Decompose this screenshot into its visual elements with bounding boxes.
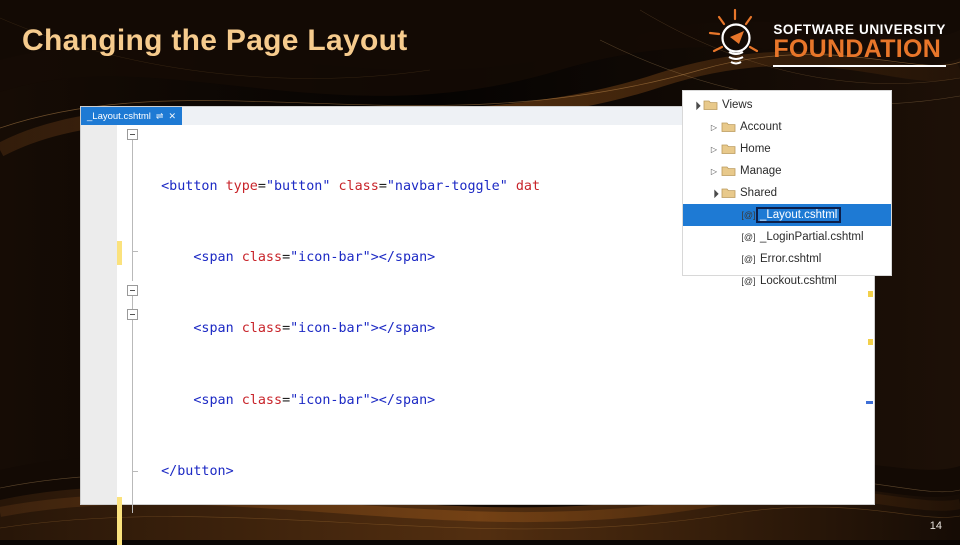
editor-tab-layout-cshtml[interactable]: _Layout.cshtml ⇌ ✕ [81, 107, 182, 125]
fold-collapse-button[interactable] [127, 129, 138, 140]
solution-tree-item[interactable]: ▷ Account [683, 116, 891, 138]
solution-tree-item-label: _LoginPartial.cshtml [760, 231, 864, 243]
razor-file-icon: [@] [741, 210, 756, 220]
folder-icon [721, 121, 738, 133]
scrollbar-caret-mark [866, 401, 873, 404]
editor-tab-label: _Layout.cshtml [87, 110, 151, 122]
solution-tree-item-label: Account [740, 121, 782, 133]
lightbulb-icon [705, 6, 767, 76]
fold-guide-tick [132, 471, 138, 472]
fold-guide-tick [132, 251, 138, 252]
logo-line-1: SOFTWARE UNIVERSITY [773, 21, 946, 37]
close-icon[interactable]: ✕ [168, 111, 176, 122]
solution-tree-item[interactable]: ▷ Home [683, 138, 891, 160]
scrollbar-change-mark [868, 339, 873, 345]
solution-tree-item[interactable]: ◢ Shared [683, 182, 891, 204]
fold-guide [132, 131, 133, 281]
solution-tree-item[interactable]: [@] Error.cshtml [683, 248, 891, 270]
expand-triangle-icon[interactable]: ▷ [707, 145, 721, 154]
folder-icon [721, 143, 738, 155]
solution-tree-item-label: Shared [740, 187, 778, 199]
fold-collapse-button[interactable] [127, 285, 138, 296]
folder-icon [721, 187, 738, 199]
code-line: </button> [161, 464, 234, 480]
fold-collapse-button[interactable] [127, 309, 138, 320]
editor-gutter [81, 125, 117, 504]
logo-underline [773, 65, 946, 68]
solution-tree-item-label: _Layout.cshtml [755, 207, 842, 223]
solution-tree-item-label: Error.cshtml [760, 253, 822, 265]
folder-icon [721, 165, 738, 177]
solution-tree-item-label: Lockout.cshtml [760, 275, 837, 287]
editor-fold-margin [122, 125, 145, 513]
expand-triangle-icon[interactable]: ▷ [707, 123, 721, 132]
solution-tree-item[interactable]: ▷ Manage [683, 160, 891, 182]
razor-file-icon: [@] [741, 254, 756, 264]
solution-tree-item[interactable]: [@] _Layout.cshtml [683, 204, 891, 226]
pin-icon[interactable]: ⇌ [156, 111, 164, 122]
solution-tree-item-label: Home [740, 143, 771, 155]
change-bar [117, 497, 122, 545]
logo-line-2: FOUNDATION [773, 35, 942, 64]
solution-tree-item[interactable]: ◢ Views [683, 94, 891, 116]
code-line: <span class="icon-bar"></span> [193, 321, 436, 337]
solution-tree-item-label: Views [722, 99, 753, 111]
folder-icon [703, 99, 720, 111]
solution-tree-item-label: Manage [740, 165, 782, 177]
brand-logo: SOFTWARE UNIVERSITY FOUNDATION [705, 6, 946, 76]
razor-file-icon: [@] [741, 232, 756, 242]
solution-tree-item[interactable]: [@] _LoginPartial.cshtml [683, 226, 891, 248]
slide-page-number: 14 [929, 520, 942, 532]
code-line: <span class="icon-bar"></span> [193, 392, 436, 408]
razor-file-icon: [@] [741, 276, 756, 286]
collapse-triangle-icon[interactable]: ◢ [688, 97, 704, 113]
solution-tree-item[interactable]: [@] Lockout.cshtml [683, 270, 891, 292]
solution-explorer-panel[interactable]: ◢ Views ▷ Account ▷ Home ▷ Manage ◢ Shared [@] _Lay… [682, 90, 892, 287]
collapse-triangle-icon[interactable]: ◢ [706, 185, 722, 201]
page-title: Changing the Page Layout [22, 24, 408, 57]
expand-triangle-icon[interactable]: ▷ [707, 167, 721, 176]
